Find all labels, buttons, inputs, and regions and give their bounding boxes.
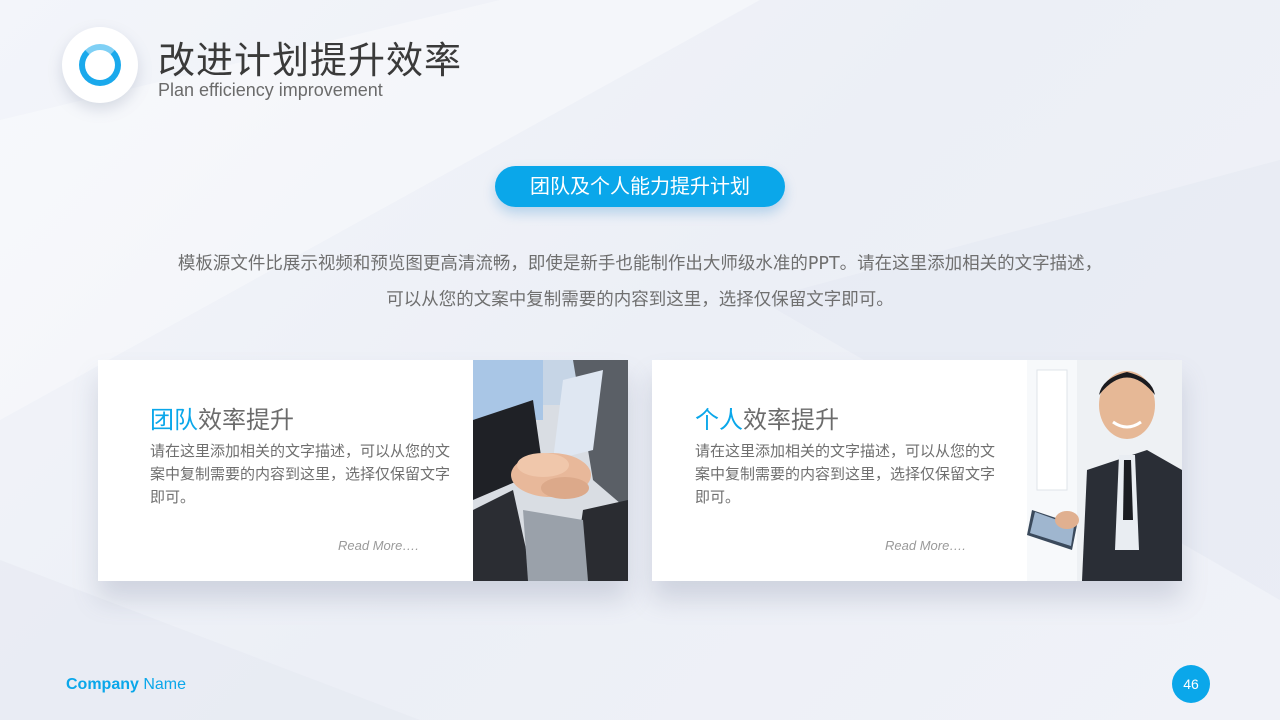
card-title-rest: 效率提升 xyxy=(198,406,294,434)
company-name: Company Name xyxy=(66,676,186,694)
card-text: 请在这里添加相关的文字描述，可以从您的文案中复制需要的内容到这里，选择仅保留文字… xyxy=(695,442,996,506)
read-more-link[interactable]: Read More…. xyxy=(338,538,419,553)
card-title-rest: 效率提升 xyxy=(743,406,839,434)
section-pill-button[interactable]: 团队及个人能力提升计划 xyxy=(495,166,785,207)
read-more-link[interactable]: Read More…. xyxy=(885,538,966,553)
description-line-2: 可以从您的文案中复制需要的内容到这里，选择仅保留文字即可。 xyxy=(386,290,894,310)
card-title: 个人效率提升 xyxy=(695,400,839,435)
team-hands-photo xyxy=(473,360,628,581)
logo xyxy=(62,27,138,103)
company-name-rest: Name xyxy=(138,676,187,693)
personal-efficiency-card: 个人效率提升 请在这里添加相关的文字描述，可以从您的文案中复制需要的内容到这里，… xyxy=(652,360,1182,581)
card-title-highlight: 个人 xyxy=(695,406,743,434)
page-subtitle: Plan efficiency improvement xyxy=(158,80,383,100)
card-text: 请在这里添加相关的文字描述，可以从您的文案中复制需要的内容到这里，选择仅保留文字… xyxy=(150,442,451,506)
businessman-tablet-photo xyxy=(1027,360,1182,581)
page-number-badge: 46 xyxy=(1172,665,1210,703)
company-name-bold: Company xyxy=(66,676,139,693)
description: 模板源文件比展示视频和预览图更高清流畅，即使是新手也能制作出大师级水准的PPT。… xyxy=(120,246,1160,318)
ring-icon xyxy=(79,44,121,86)
card-title-highlight: 团队 xyxy=(150,406,198,434)
page-title: 改进计划提升效率 xyxy=(158,39,462,82)
card-title: 团队效率提升 xyxy=(150,400,294,435)
description-line-1: 模板源文件比展示视频和预览图更高清流畅，即使是新手也能制作出大师级水准的PPT。… xyxy=(177,254,1103,274)
team-efficiency-card: 团队效率提升 请在这里添加相关的文字描述，可以从您的文案中复制需要的内容到这里，… xyxy=(98,360,628,581)
